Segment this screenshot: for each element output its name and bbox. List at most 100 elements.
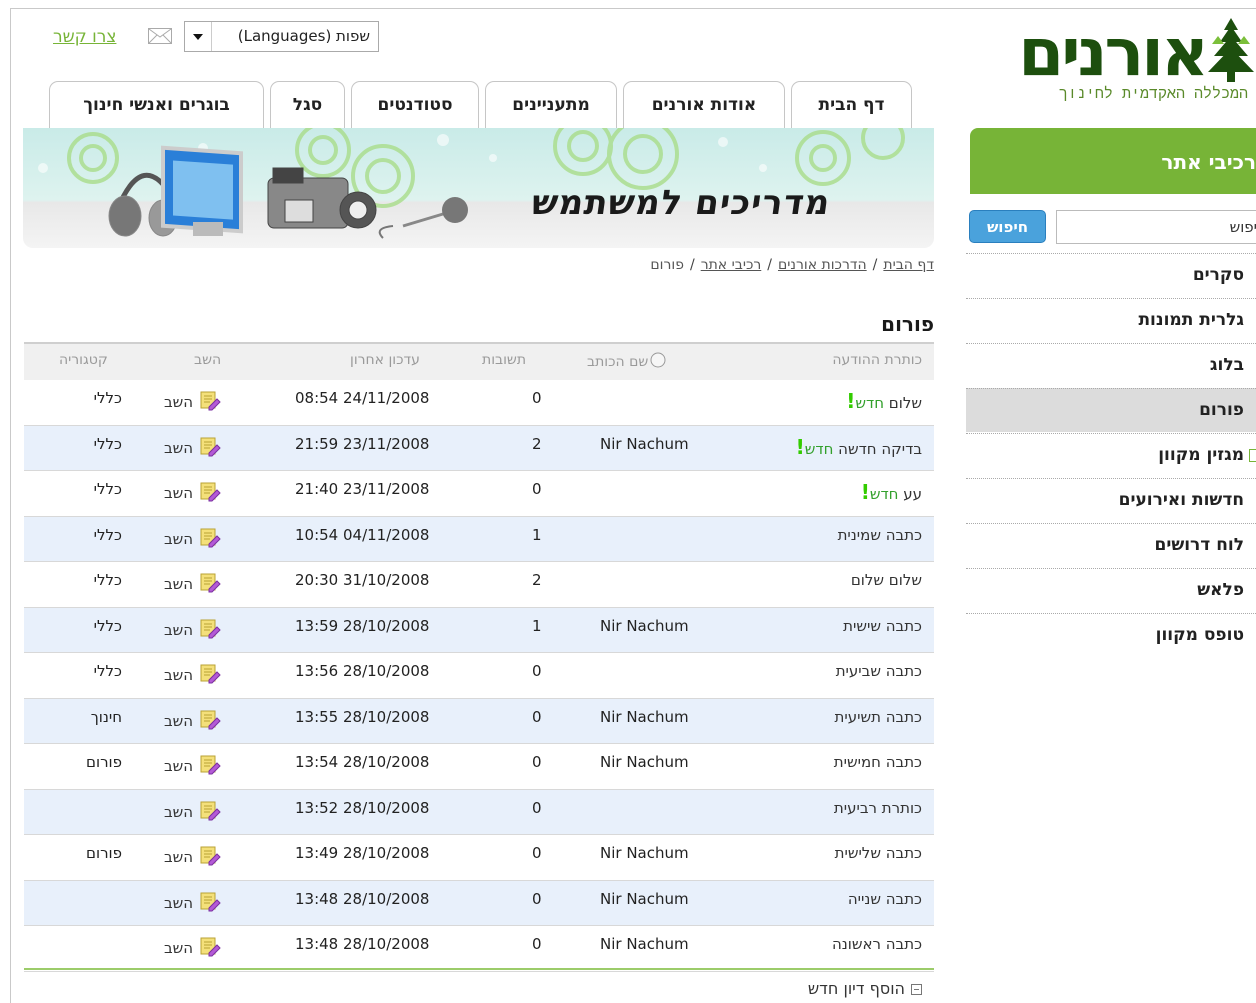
post-title-link[interactable]: כתבה שישית (843, 617, 922, 635)
new-badge: חדש! (846, 389, 885, 413)
post-title-link[interactable]: כתבה תשיעית (835, 708, 922, 726)
post-title-link[interactable]: עע חדש! (861, 480, 922, 504)
post-title-link[interactable]: בדיקה חדשה חדש! (796, 435, 922, 459)
post-date: 13:59 28/10/2008 (295, 616, 430, 635)
new-badge-label: חדש (855, 394, 885, 412)
banner-title: מדריכים למשתמש (529, 183, 834, 223)
reply-label: השב (164, 484, 194, 502)
col-category[interactable]: קטגוריה (59, 352, 108, 368)
reply-button[interactable]: השב (164, 662, 221, 688)
post-title-link[interactable]: כתבה חמישית (834, 753, 922, 771)
tree-logo-icon (1208, 18, 1254, 82)
post-date: 21:40 23/11/2008 (295, 480, 430, 498)
sort-radio-icon[interactable] (650, 352, 666, 368)
reply-label: השב (164, 666, 194, 684)
mail-icon[interactable] (148, 28, 172, 44)
col-last-update[interactable]: עדכון אחרון (350, 352, 420, 368)
tab-prospective[interactable]: מתעניינים (485, 81, 617, 129)
search-button[interactable]: חיפוש (969, 210, 1046, 243)
post-category: כללי (93, 525, 122, 544)
post-replies: 2 (532, 434, 542, 453)
post-title-link[interactable]: כתבה שנייה (848, 890, 922, 908)
reply-label: השב (164, 802, 194, 821)
reply-pencil-icon (199, 708, 221, 734)
post-author: Nir Nachum (600, 889, 689, 908)
reply-button[interactable]: השב (164, 753, 221, 779)
post-title: שלום שלום (850, 571, 922, 589)
sidebar-item-flash[interactable]: פלאש (966, 568, 1256, 612)
table-row: כתבה חמישית Nir Nachum 0 13:54 28/10/2008 הש… (24, 744, 934, 790)
post-date: 13:52 28/10/2008 (295, 798, 430, 817)
language-select[interactable]: שפות (Languages) (184, 21, 379, 52)
reply-button[interactable]: השב (164, 389, 221, 415)
breadcrumb-guides[interactable]: הדרכות אורנים (778, 257, 867, 273)
reply-button[interactable]: השב (164, 435, 221, 461)
site-logo[interactable]: אורנים המכללה האקדמית לחינוך (985, 14, 1256, 110)
table-row: עע חדש! 0 21:40 23/11/2008 השב כללי (24, 471, 934, 517)
post-title-link[interactable]: שלום חדש! (846, 389, 922, 413)
sidebar-item-gallery[interactable]: גלרית תמונות (966, 298, 1256, 342)
tab-alumni[interactable]: בוגרים ואנשי חינוך (49, 81, 264, 129)
new-badge: חדש! (861, 480, 899, 504)
reply-button[interactable]: השב (164, 526, 221, 552)
post-replies: 0 (532, 753, 542, 771)
reply-button[interactable]: השב (164, 480, 221, 506)
post-author: Nir Nachum (600, 434, 689, 453)
sidebar-item-magazine[interactable]: מגזין מקוון (966, 433, 1256, 477)
tab-about[interactable]: אודות אורנים (623, 81, 785, 129)
reply-label: השב (164, 575, 194, 593)
reply-button[interactable]: השב (164, 571, 221, 597)
sidebar-item-form[interactable]: טופס מקוון (966, 613, 1256, 657)
post-title-link[interactable]: כתבה שלישית (835, 844, 922, 862)
sidebar-item-blog[interactable]: בלוג (966, 343, 1256, 387)
reply-button[interactable]: השב (164, 708, 221, 734)
new-badge-label: חדש (804, 439, 834, 458)
sidebar-item-news[interactable]: חדשות ואירועים (966, 478, 1256, 522)
table-row: כתבה שמינית 1 10:54 04/11/2008 השב כללי (24, 516, 934, 562)
sidebar-item-forum[interactable]: פורום (966, 388, 1256, 432)
post-replies: 1 (532, 616, 542, 635)
sidebar-item-jobs[interactable]: לוח דרושים (966, 523, 1256, 567)
post-title-link[interactable]: כותרת רביעית (834, 799, 922, 817)
page-title: פורום (881, 312, 934, 336)
col-title[interactable]: כותרת ההודעה (832, 352, 922, 368)
post-title-link[interactable]: שלום שלום (851, 571, 922, 589)
reply-button[interactable]: השב (164, 844, 221, 870)
breadcrumb-components[interactable]: רכיבי אתר (701, 257, 762, 273)
col-author-wrap[interactable]: שם הכותב (587, 352, 666, 370)
contact-link[interactable]: צרו קשר (53, 27, 116, 47)
reply-label: השב (164, 438, 194, 457)
post-title-link[interactable]: כתבה ראשונה (832, 935, 922, 953)
reply-button[interactable]: השב (164, 935, 221, 961)
reply-label: השב (164, 757, 194, 775)
reply-label: השב (164, 529, 194, 548)
post-title: כתבה שמינית (837, 525, 922, 544)
add-topic-link[interactable]: הוסף דיון חדש (808, 979, 922, 998)
breadcrumb-home[interactable]: דף הבית (883, 257, 934, 273)
post-category: כללי (93, 662, 122, 680)
tab-students[interactable]: סטודנטים (351, 81, 479, 129)
tab-home[interactable]: דף הבית (791, 81, 912, 129)
post-replies: 0 (532, 480, 542, 498)
post-title-link[interactable]: כתבה שמינית (838, 526, 922, 544)
post-date: 13:48 28/10/2008 (295, 935, 430, 953)
post-date: 21:59 23/11/2008 (295, 434, 430, 453)
table-row: כתבה תשיעית Nir Nachum 0 13:55 28/10/2008 הש… (24, 698, 934, 744)
reply-button[interactable]: השב (164, 799, 221, 825)
reply-button[interactable]: השב (164, 617, 221, 643)
post-author: Nir Nachum (600, 935, 689, 953)
language-select-value: שפות (Languages) (237, 27, 370, 45)
col-reply: השב (194, 352, 222, 368)
tab-staff[interactable]: סגל (270, 81, 345, 129)
reply-button[interactable]: השב (164, 890, 221, 916)
sidebar-item-surveys[interactable]: סקרים (966, 253, 1256, 297)
col-replies[interactable]: תשובות (482, 352, 526, 368)
sidebar-item-label: לוח דרושים (1154, 535, 1244, 555)
reply-pencil-icon (199, 571, 221, 597)
chevron-down-icon[interactable] (185, 22, 212, 51)
search-input[interactable] (1056, 210, 1256, 244)
post-category: כללי (93, 434, 122, 453)
post-title: כותרת רביעית (833, 798, 922, 817)
post-title-link[interactable]: כתבה שביעית (836, 662, 922, 680)
breadcrumb: דף הבית/הדרכות אורנים/רכיבי אתר/פורום (650, 257, 934, 273)
